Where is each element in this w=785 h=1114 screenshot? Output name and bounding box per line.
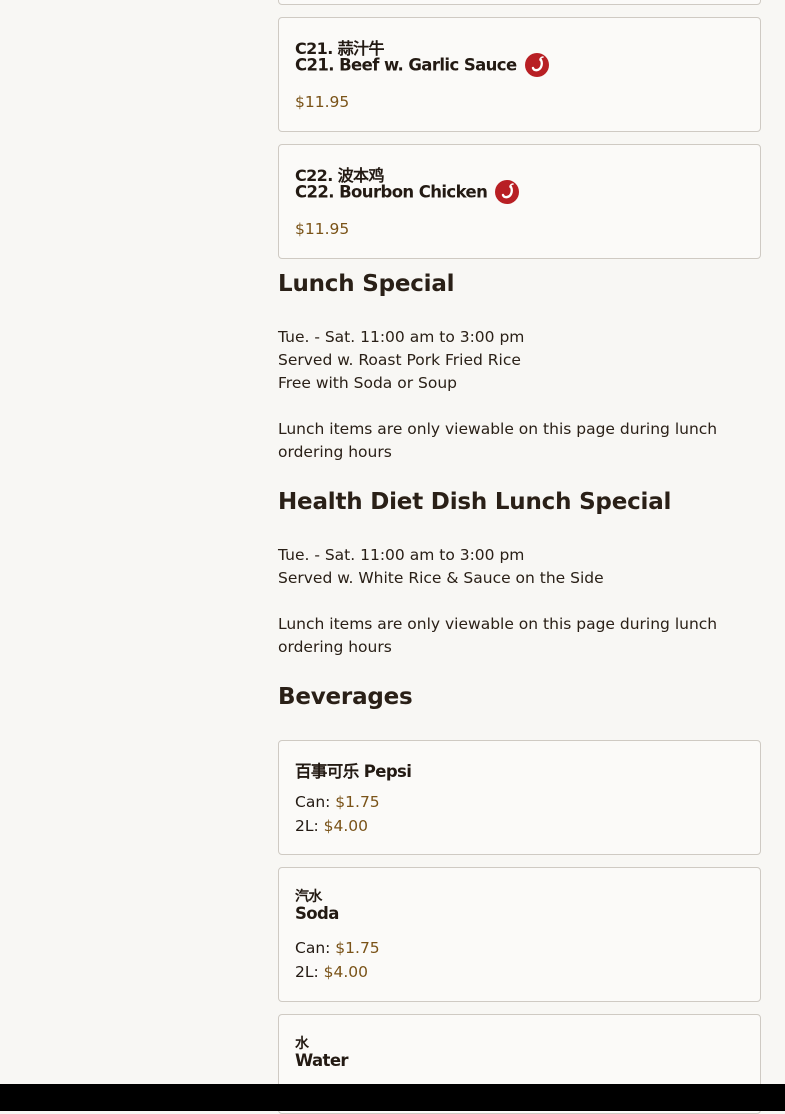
price-row-2l: 2L: $4.00 xyxy=(295,817,368,835)
lunch-free-with: Free with Soda or Soup xyxy=(278,374,457,392)
beverage-card-soda[interactable]: 汽水 Soda Can: $1.75 2L: $4.00 xyxy=(278,867,761,1002)
item-name-text: C22. Bourbon Chicken xyxy=(295,182,488,202)
lunch-note: Lunch items are only viewable on this pa… xyxy=(278,420,718,461)
size-price: $1.75 xyxy=(335,793,380,811)
item-chinese-name: 水 xyxy=(295,1036,309,1052)
menu-item-card-partial[interactable] xyxy=(278,0,761,5)
item-name: C22. Bourbon Chicken xyxy=(295,180,520,205)
health-hours: Tue. - Sat. 11:00 am to 3:00 pm xyxy=(278,546,525,564)
section-title-beverages: Beverages xyxy=(278,684,413,710)
item-name: 百事可乐 Pepsi xyxy=(295,762,412,781)
item-chinese-name: 汽水 xyxy=(295,889,322,905)
health-served-with: Served w. White Rice & Sauce on the Side xyxy=(278,569,604,587)
item-price: $11.95 xyxy=(295,93,350,111)
price-row-2l: 2L: $4.00 xyxy=(295,963,368,981)
size-price: $4.00 xyxy=(323,817,369,835)
price-row-can: Can: $1.75 xyxy=(295,793,380,811)
item-name-text: C21. Beef w. Garlic Sauce xyxy=(295,55,517,75)
size-price: $1.75 xyxy=(335,939,380,957)
section-title-health-diet: Health Diet Dish Lunch Special xyxy=(278,489,672,515)
size-label: 2L: xyxy=(295,963,324,981)
item-name: Water xyxy=(295,1051,349,1070)
item-name: C21. Beef w. Garlic Sauce xyxy=(295,53,549,78)
menu-item-card[interactable]: C22. 波本鸡 C22. Bourbon Chicken $11.95 xyxy=(278,144,761,259)
size-price: $4.00 xyxy=(323,963,369,981)
size-label: Can: xyxy=(295,939,336,957)
beverage-card-pepsi[interactable]: 百事可乐 Pepsi Can: $1.75 2L: $4.00 xyxy=(278,740,761,855)
health-note: Lunch items are only viewable on this pa… xyxy=(278,615,718,656)
size-label: 2L: xyxy=(295,817,324,835)
menu-item-card[interactable]: C21. 蒜汁牛 C21. Beef w. Garlic Sauce $11.9… xyxy=(278,17,761,132)
price-row-can: Can: $1.75 xyxy=(295,939,380,957)
lunch-served-with: Served w. Roast Pork Fried Rice xyxy=(278,351,521,369)
spicy-icon xyxy=(495,180,520,204)
size-label: Can: xyxy=(295,793,336,811)
section-title-lunch-special: Lunch Special xyxy=(278,271,455,297)
item-price: $11.95 xyxy=(295,220,350,238)
lunch-hours: Tue. - Sat. 11:00 am to 3:00 pm xyxy=(278,328,525,346)
spicy-icon xyxy=(524,53,549,77)
item-name: Soda xyxy=(295,904,339,923)
bottom-bar xyxy=(0,1084,785,1111)
